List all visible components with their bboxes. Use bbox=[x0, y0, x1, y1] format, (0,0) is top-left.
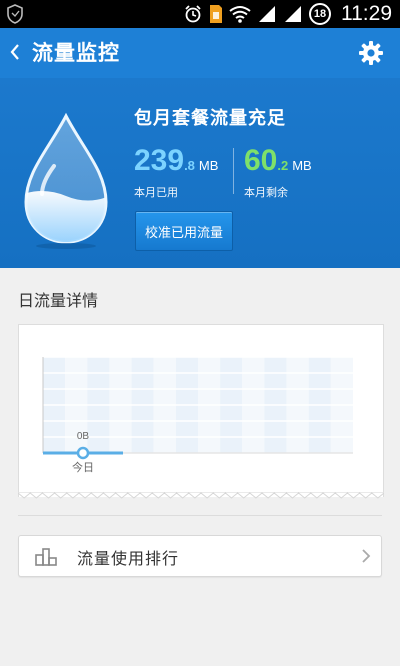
back-chevron-icon[interactable] bbox=[8, 40, 22, 64]
chevron-right-icon bbox=[362, 549, 371, 563]
gear-icon[interactable] bbox=[358, 40, 384, 66]
chart-x-tick-label: 今日 bbox=[72, 460, 94, 474]
notification-badge: 18 bbox=[309, 3, 331, 25]
section-divider bbox=[18, 515, 382, 516]
used-value-decimal: .8 bbox=[184, 158, 195, 173]
remaining-value-integer: 60 bbox=[244, 144, 278, 177]
daily-usage-chart-card: 0B 今日 bbox=[18, 324, 384, 497]
usage-ranking-row[interactable]: 流量使用排行 bbox=[18, 535, 382, 577]
chart-card-torn-edge bbox=[18, 492, 384, 499]
plan-status-title: 包月套餐流量充足 bbox=[134, 108, 286, 129]
usage-ranking-label: 流量使用排行 bbox=[77, 549, 180, 568]
status-time: 11:29 bbox=[341, 2, 392, 25]
remaining-value-decimal: .2 bbox=[277, 158, 289, 173]
data-usage-summary: 包月套餐流量充足 239.8 MB 本月已用 60.2 MB 本月剩余 校准已用流量 bbox=[0, 78, 400, 268]
calibrate-usage-button[interactable]: 校准已用流量 bbox=[135, 211, 233, 251]
hero-divider bbox=[233, 148, 234, 194]
remaining-caption: 本月剩余 bbox=[244, 186, 288, 199]
ranking-podium-icon bbox=[35, 548, 57, 566]
water-drop-icon bbox=[24, 112, 108, 249]
remaining-data-block: 60.2 MB 本月剩余 bbox=[244, 144, 312, 200]
used-caption: 本月已用 bbox=[134, 186, 178, 199]
chart-data-label: 0B bbox=[77, 431, 90, 442]
signal-icon bbox=[259, 6, 275, 22]
app-bar: 流量监控 bbox=[0, 28, 400, 78]
signal-icon-2 bbox=[285, 6, 301, 22]
chart-data-point[interactable] bbox=[76, 446, 90, 460]
daily-usage-chart: 0B 今日 bbox=[42, 356, 353, 474]
used-unit: MB bbox=[198, 158, 219, 173]
page-title: 流量监控 bbox=[32, 41, 120, 65]
remaining-unit: MB bbox=[292, 158, 312, 173]
sim-card-icon bbox=[210, 5, 222, 23]
wifi-icon bbox=[229, 6, 251, 23]
used-value-integer: 239 bbox=[134, 144, 185, 177]
shield-icon bbox=[7, 4, 23, 24]
alarm-icon bbox=[185, 5, 201, 23]
used-data-block: 239.8 MB 本月已用 bbox=[134, 144, 218, 200]
daily-usage-title: 日流量详情 bbox=[18, 291, 99, 310]
status-bar: 18 11:29 bbox=[0, 0, 400, 28]
